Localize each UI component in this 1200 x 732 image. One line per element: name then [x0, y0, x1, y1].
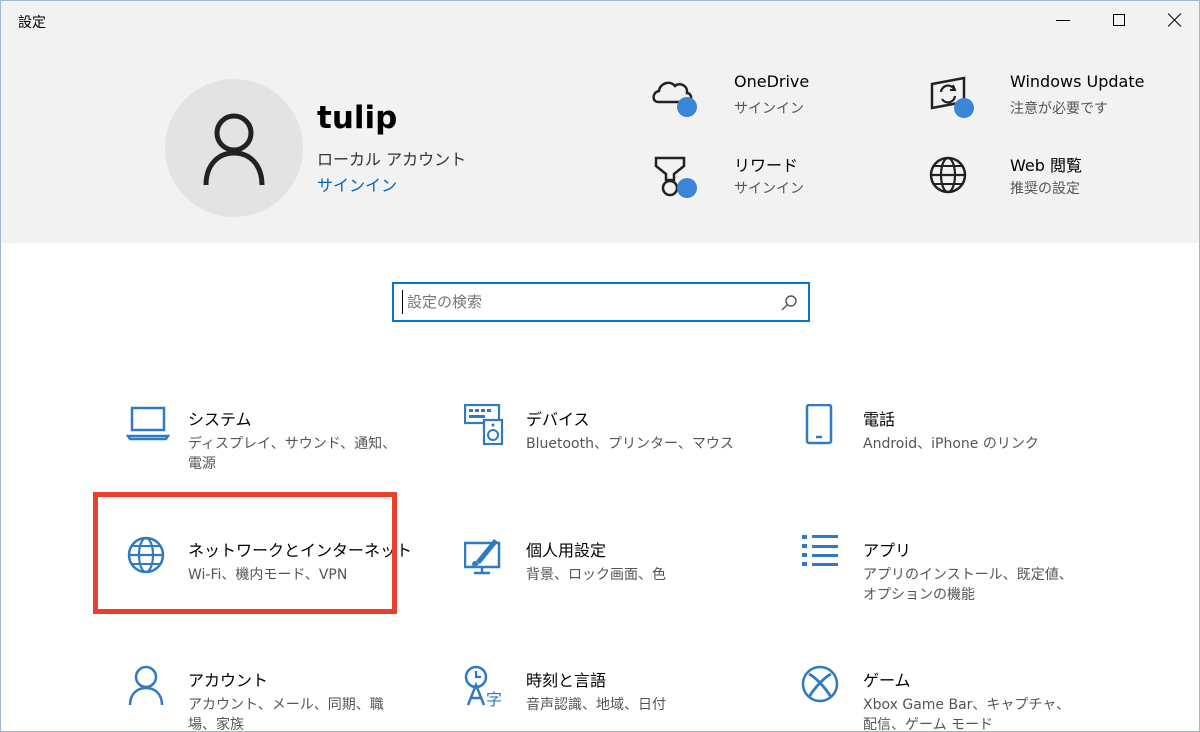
apps-list-icon	[802, 535, 838, 566]
web-browsing-subtitle: 推奨の設定	[1010, 181, 1080, 197]
onedrive-subtitle: サインイン	[734, 101, 804, 117]
windows-update-subtitle: 注意が必要です	[1010, 101, 1108, 117]
cloud-icon	[652, 81, 697, 117]
category-subtitle: Wi-Fi、機内モード、VPN	[188, 567, 348, 583]
category-title: デバイス	[526, 410, 590, 429]
phone-icon	[805, 404, 833, 445]
account-header: tulip ローカル アカウント サインイン OneDrive サインイン Wi…	[0, 44, 1200, 243]
category-subtitle: 音声認識、地域、日付	[526, 697, 666, 713]
settings-search[interactable]	[392, 282, 810, 322]
category-subtitle: Bluetooth、プリンター、マウス	[526, 436, 734, 452]
category-accounts[interactable]: アカウント アカウント、メール、同期、職場、家族	[126, 665, 416, 732]
web-browsing-title: Web 閲覧	[1010, 156, 1082, 175]
category-phone[interactable]: 電話 Android、iPhone のリンク	[801, 404, 1091, 484]
category-system[interactable]: システム ディスプレイ、サウンド、通知、電源	[126, 404, 416, 484]
category-title: 電話	[863, 410, 896, 429]
category-gaming[interactable]: ゲーム Xbox Game Bar、キャプチャ、配信、ゲーム モード	[801, 665, 1091, 732]
category-subtitle: 背景、ロック画面、色	[526, 567, 666, 583]
xbox-icon	[801, 665, 839, 703]
globe-icon	[127, 536, 165, 574]
category-title: 時刻と言語	[526, 671, 607, 690]
maximize-button[interactable]	[1094, 0, 1144, 40]
category-title: システム	[188, 410, 252, 429]
windows-update-title: Windows Update	[1010, 72, 1145, 91]
windows-update-item[interactable]: Windows Update 注意が必要です	[926, 72, 1166, 132]
rewards-title: リワード	[734, 156, 799, 175]
time-language-icon: 字	[464, 665, 502, 709]
maximize-icon	[1113, 14, 1125, 26]
onedrive-title: OneDrive	[734, 72, 810, 91]
globe-icon	[929, 156, 967, 194]
minimize-button[interactable]	[1038, 0, 1088, 40]
close-icon	[1167, 12, 1183, 28]
person-icon	[128, 665, 164, 706]
category-apps[interactable]: アプリ アプリのインストール、既定値、オプションの機能	[801, 535, 1091, 615]
trophy-icon	[654, 156, 697, 198]
avatar[interactable]	[165, 79, 303, 217]
close-button[interactable]	[1150, 0, 1200, 40]
svg-text:字: 字	[486, 690, 502, 709]
minimize-icon	[1056, 19, 1070, 21]
rewards-subtitle: サインイン	[734, 181, 804, 197]
window-title: 設定	[18, 15, 46, 31]
category-title: 個人用設定	[526, 541, 607, 560]
title-bar: 設定	[0, 0, 1200, 44]
category-title: ゲーム	[863, 671, 911, 690]
user-name: tulip	[317, 100, 398, 136]
web-browsing-item[interactable]: Web 閲覧 推奨の設定	[926, 152, 1166, 212]
search-input[interactable]	[402, 290, 762, 314]
rewards-item[interactable]: リワード サインイン	[650, 152, 890, 212]
category-title: アカウント	[188, 671, 269, 690]
category-title: アプリ	[863, 541, 912, 560]
devices-icon	[464, 404, 504, 446]
personalization-icon	[464, 539, 501, 575]
onedrive-item[interactable]: OneDrive サインイン	[650, 72, 890, 132]
category-devices[interactable]: デバイス Bluetooth、プリンター、マウス	[464, 404, 754, 484]
category-subtitle: Android、iPhone のリンク	[863, 436, 1039, 452]
category-network[interactable]: ネットワークとインターネット Wi-Fi、機内モード、VPN	[126, 535, 416, 615]
search-icon[interactable]	[780, 294, 798, 312]
windows-update-icon	[930, 76, 974, 118]
category-personalization[interactable]: 個人用設定 背景、ロック画面、色	[464, 535, 754, 615]
category-subtitle: アカウント、メール、同期、職場、家族	[188, 697, 384, 732]
person-icon	[203, 113, 265, 186]
category-title: ネットワークとインターネット	[188, 541, 413, 560]
laptop-icon	[126, 406, 170, 441]
category-time-language[interactable]: 字 時刻と言語 音声認識、地域、日付	[464, 665, 754, 732]
signin-link[interactable]: サインイン	[317, 172, 397, 196]
category-subtitle: アプリのインストール、既定値、オプションの機能	[863, 567, 1073, 603]
category-subtitle: Xbox Game Bar、キャプチャ、配信、ゲーム モード	[863, 697, 1070, 732]
category-subtitle: ディスプレイ、サウンド、通知、電源	[188, 436, 397, 472]
account-type-label: ローカル アカウント	[317, 150, 467, 169]
